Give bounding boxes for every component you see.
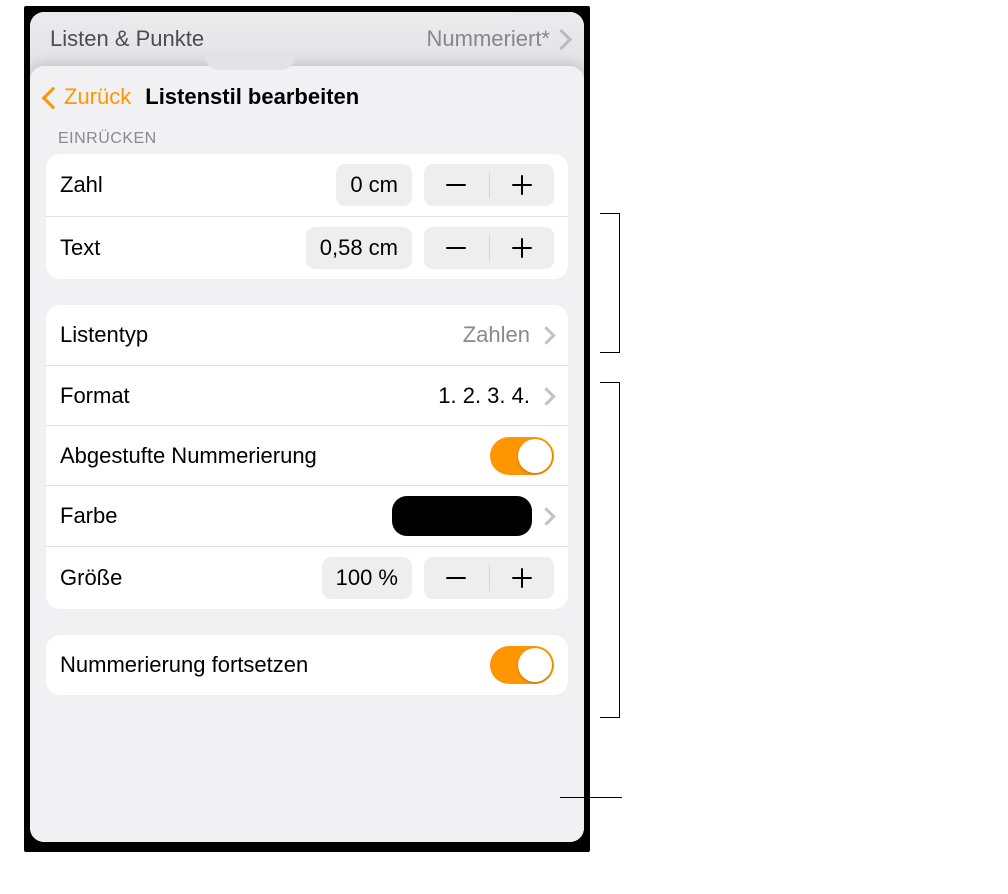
- indent-text-row: Text 0,58 cm: [46, 216, 568, 279]
- lists-bullets-row[interactable]: Listen & Punkte Nummeriert*: [30, 12, 584, 68]
- size-increase-button[interactable]: [490, 557, 555, 599]
- format-value: 1. 2. 3. 4.: [438, 383, 530, 409]
- list-type-label: Listentyp: [60, 322, 148, 348]
- indent-text-decrease-button[interactable]: [424, 227, 489, 269]
- toggle-knob: [518, 648, 552, 682]
- continue-numbering-row: Nummerierung fortsetzen: [46, 635, 568, 695]
- size-value: 100 %: [322, 557, 412, 599]
- screenshot-frame: Listen & Punkte Nummeriert* Zurück Liste…: [24, 6, 590, 852]
- back-button[interactable]: Zurück: [64, 84, 131, 110]
- format-label: Format: [60, 383, 130, 409]
- chevron-right-icon: [556, 29, 568, 49]
- tiered-numbering-toggle[interactable]: [490, 437, 554, 475]
- size-stepper: [424, 557, 554, 599]
- indent-text-value: 0,58 cm: [306, 227, 412, 269]
- continue-numbering-label: Nummerierung fortsetzen: [60, 652, 308, 678]
- tiered-numbering-row: Abgestufte Nummerierung: [46, 425, 568, 485]
- chevron-left-icon[interactable]: [40, 85, 56, 109]
- indent-number-stepper: [424, 164, 554, 206]
- continue-numbering-toggle[interactable]: [490, 646, 554, 684]
- indent-group: Zahl 0 cm Text 0,58 cm: [46, 154, 568, 279]
- indent-text-stepper: [424, 227, 554, 269]
- color-swatch: [392, 496, 532, 536]
- indent-number-label: Zahl: [60, 172, 103, 198]
- callout-bracket-list: [600, 382, 620, 718]
- size-decrease-button[interactable]: [424, 557, 489, 599]
- format-row[interactable]: Format 1. 2. 3. 4.: [46, 365, 568, 425]
- indent-text-increase-button[interactable]: [490, 227, 555, 269]
- lists-bullets-value-wrap: Nummeriert*: [427, 26, 568, 52]
- list-options-group: Listentyp Zahlen Format 1. 2. 3. 4. Abge…: [46, 305, 568, 609]
- sheet-title: Listenstil bearbeiten: [145, 84, 359, 110]
- color-label: Farbe: [60, 503, 117, 529]
- edit-list-style-sheet: Zurück Listenstil bearbeiten EINRÜCKEN Z…: [30, 66, 584, 842]
- toggle-knob: [518, 439, 552, 473]
- indent-number-increase-button[interactable]: [490, 164, 555, 206]
- indent-number-value: 0 cm: [336, 164, 412, 206]
- size-label: Größe: [60, 565, 122, 591]
- callout-lead-continue: [560, 797, 622, 798]
- list-type-row[interactable]: Listentyp Zahlen: [46, 305, 568, 365]
- color-row[interactable]: Farbe: [46, 485, 568, 546]
- continue-group: Nummerierung fortsetzen: [46, 635, 568, 695]
- lists-bullets-value: Nummeriert*: [427, 26, 550, 52]
- list-type-value: Zahlen: [463, 322, 530, 348]
- sheet-nav: Zurück Listenstil bearbeiten: [30, 66, 584, 130]
- size-row: Größe 100 %: [46, 546, 568, 609]
- tiered-numbering-label: Abgestufte Nummerierung: [60, 443, 317, 469]
- indent-text-label: Text: [60, 235, 100, 261]
- callout-bracket-indent: [600, 213, 620, 353]
- indent-number-row: Zahl 0 cm: [46, 154, 568, 216]
- chevron-right-icon: [542, 325, 554, 345]
- indent-section-header: EINRÜCKEN: [30, 130, 584, 154]
- sheet-notch: [205, 56, 295, 70]
- chevron-right-icon: [542, 506, 554, 526]
- indent-number-decrease-button[interactable]: [424, 164, 489, 206]
- lists-bullets-label: Listen & Punkte: [50, 26, 204, 52]
- chevron-right-icon: [542, 386, 554, 406]
- format-panel: Listen & Punkte Nummeriert* Zurück Liste…: [30, 12, 584, 842]
